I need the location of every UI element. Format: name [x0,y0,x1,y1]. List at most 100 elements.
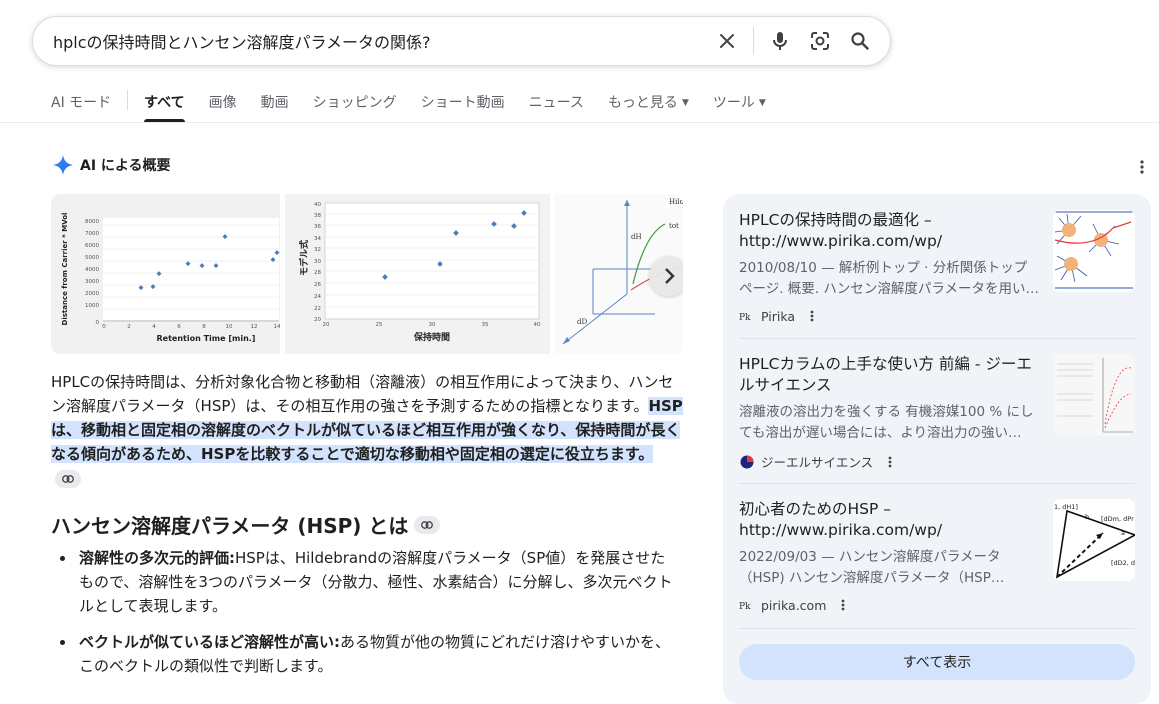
gl-sciences-icon [739,454,755,470]
section-title: ハンセン溶解度パラメータ (HSP) とは [51,514,409,538]
tick-label: 34 [314,236,321,242]
tick-label: 25 [376,322,383,328]
sources-panel: HPLCの保持時間の最適化 – http://www.pirika.com/wp… [723,194,1151,704]
chart-label: dH [631,233,642,241]
tick-label: 8 [202,324,206,330]
tab-separator [127,90,129,110]
carousel-next-button[interactable] [649,256,683,296]
tick-label: 2000 [85,291,99,297]
image-carousel: 8000 7000 6000 5000 4000 3000 2000 1000 … [51,194,683,354]
image-scatter-model[interactable]: 40 38 36 34 32 30 28 26 24 22 20 20 25 3… [285,194,550,354]
tick-label: 36 [314,224,321,230]
source-site: pirika.com [761,597,827,613]
thumb-label: [dDm, dPr [1101,515,1134,523]
source-snippet: 2010/08/10 — 解析例トップ · 分析関係トップページ. 概要. ハン… [739,260,1039,297]
tick-label: 7000 [85,231,99,237]
tick-label: 40 [314,202,321,208]
tab-tools-label: ツール [712,95,755,111]
source-meta: Pk pirika.com [739,597,1135,613]
search-input[interactable]: hplcの保持時間とハンセン溶解度パラメータの関係? [53,29,707,53]
source-title[interactable]: HPLCカラムの上手な使い方 前編 - ジーエルサイエンス [739,354,1039,396]
source-title[interactable]: 初心者のためのHSP – http://www.pirika.com/wp/ [739,499,1039,541]
tab-shopping[interactable]: ショッピング [313,88,397,122]
tab-more-label: もっと見る [607,95,678,111]
search-icon[interactable] [840,21,880,61]
tab-ai-mode[interactable]: AI モード [51,88,111,122]
tick-label: 10 [226,324,233,330]
tab-tools[interactable]: ツール ▼ [713,88,766,122]
ai-overview-paragraph: HPLCの保持時間は、分析対象化合物と移動相（溶離液）の相互作用によって決まり、… [51,370,683,490]
tick-label: 0 [102,324,106,330]
tick-label: 28 [314,270,321,276]
tick-label: 35 [482,322,489,328]
more-options-icon[interactable] [1134,156,1150,178]
source-snippet: 2022/09/03 — ハンセン溶解度パラメータ（HSP) ハンセン溶解度パラ… [739,549,1005,586]
caret-down-icon: ▼ [758,98,766,108]
tab-videos[interactable]: 動画 [261,88,289,122]
source-title[interactable]: HPLCの保持時間の最適化 – http://www.pirika.com/wp… [739,210,1039,252]
more-options-icon[interactable] [807,310,817,322]
ai-overview-heading: AI による概要 [52,154,171,176]
source-card[interactable]: HPLCカラムの上手な使い方 前編 - ジーエルサイエンス 溶離液の溶出力を強く… [739,354,1135,471]
tab-images[interactable]: 画像 [209,88,237,122]
source-divider [739,483,1135,484]
tick-label: 32 [314,247,321,253]
pirika-favicon-icon: Pk [739,308,755,324]
tab-short-videos[interactable]: ショート動画 [421,88,505,122]
tick-label: 3000 [85,279,99,285]
svg-text:Pk: Pk [739,602,751,611]
tick-label: 6000 [85,243,99,249]
source-thumbnail[interactable]: 1, dH1] [dDm, dPr [dD2, d b a [1053,499,1135,581]
list-item: ベクトルが似ているほど溶解性が高い:ある物質が他の物質にどれだけ溶けやすいかを、… [60,630,679,678]
chart-label: Hilde [669,198,683,206]
source-thumbnail[interactable] [1053,210,1135,292]
tick-label: 4 [152,324,156,330]
more-options-icon[interactable] [838,599,848,611]
tick-label: 1000 [85,303,99,309]
tick-label: 5000 [85,255,99,261]
tab-news[interactable]: ニュース [529,88,584,122]
bullet-bold: 溶解性の多次元的評価: [79,549,235,567]
link-icon [62,474,74,483]
search-divider [753,27,754,55]
tick-label: 6 [177,324,181,330]
tick-label: 30 [314,259,321,265]
tick-label: 20 [314,317,321,323]
source-site: ジーエルサイエンス [761,455,874,470]
link-chip[interactable] [55,469,81,488]
chart-label: tot [669,222,679,230]
tab-all[interactable]: すべて [144,88,186,122]
microphone-icon[interactable] [760,21,800,61]
svg-text:Pk: Pk [739,313,751,322]
tick-label: 30 [429,322,436,328]
pirika-favicon-icon: Pk [739,597,755,613]
tick-label: 26 [314,282,321,288]
tick-label: 20 [323,322,330,328]
clear-icon[interactable] [707,21,747,61]
source-card[interactable]: HPLCの保持時間の最適化 – http://www.pirika.com/wp… [739,210,1135,324]
link-chip[interactable] [414,515,441,534]
source-card[interactable]: 初心者のためのHSP – http://www.pirika.com/wp/ 2… [739,499,1135,613]
image-scatter-retention[interactable]: 8000 7000 6000 5000 4000 3000 2000 1000 … [51,194,281,354]
axis-label-x: 保持時間 [413,331,450,343]
axis-label-y: Distance from Carrier * MVol [61,213,69,326]
show-all-button[interactable]: すべて表示 [739,644,1135,680]
tick-label: 0 [96,320,100,326]
axis-label-x: Retention Time [min.] [157,334,256,343]
source-thumbnail[interactable] [1053,354,1135,436]
source-site: Pirika [761,308,796,324]
more-options-icon[interactable] [885,456,895,468]
tab-more[interactable]: もっと見る ▼ [608,88,689,122]
tick-label: 40 [534,322,541,328]
axis-label-y: モデル式 [298,240,310,276]
link-icon [421,520,434,529]
tick-label: 2 [127,324,131,330]
search-bar[interactable]: hplcの保持時間とハンセン溶解度パラメータの関係? [32,16,891,66]
list-item: 溶解性の多次元的評価:HSPは、Hildebrandの溶解度パラメータ（SP値）… [60,546,679,618]
source-divider [739,338,1135,339]
chevron-right-icon [665,268,675,284]
search-tabs: AI モード すべて 画像 動画 ショッピング ショート動画 ニュース もっと見… [51,88,790,122]
thumb-label: 1, dH1] [1054,503,1078,511]
lens-camera-icon[interactable] [800,21,840,61]
source-meta: ジーエルサイエンス [739,452,1135,471]
